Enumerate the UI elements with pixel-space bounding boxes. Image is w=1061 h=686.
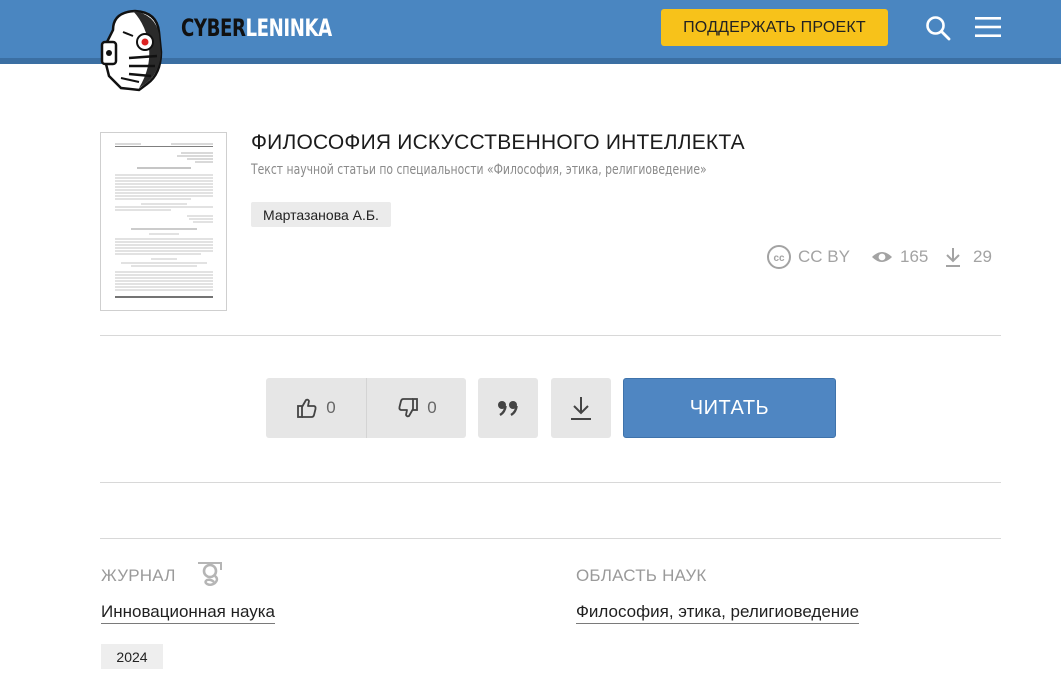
menu-icon[interactable]: [974, 15, 1002, 39]
read-button[interactable]: ЧИТАТЬ: [623, 378, 836, 438]
dislike-count: 0: [427, 398, 437, 417]
vote-group: 0 0: [266, 378, 466, 438]
article-stats: cc CC BY 165 29: [766, 244, 996, 270]
article-thumbnail[interactable]: [100, 132, 227, 311]
logo-text-leninka: LENINKA: [245, 14, 333, 42]
downloads-count: 29: [973, 247, 992, 266]
like-button[interactable]: 0: [266, 378, 366, 438]
mascot-logo-icon[interactable]: [99, 8, 169, 92]
google-scholar-icon[interactable]: [195, 559, 225, 591]
logo-text-cyber: CYBER: [181, 14, 246, 42]
dislike-button[interactable]: 0: [367, 378, 467, 438]
license-stat[interactable]: cc CC BY: [766, 244, 850, 270]
creative-commons-icon: cc: [767, 245, 791, 269]
thumbs-up-icon: [297, 398, 317, 418]
eye-icon: [872, 252, 892, 262]
document-preview-image: [115, 143, 213, 298]
license-label: CC BY: [798, 247, 850, 266]
thumbs-down-icon: [398, 398, 419, 418]
author-tag[interactable]: Мартазанова А.Б.: [251, 202, 391, 227]
journal-link[interactable]: Инновационная наука: [101, 602, 276, 624]
cite-button[interactable]: [478, 378, 538, 438]
download-icon: [571, 397, 591, 420]
divider-top: [100, 335, 1001, 336]
svg-text:cc: cc: [773, 253, 785, 264]
support-project-button[interactable]: ПОДДЕРЖАТЬ ПРОЕКТ: [661, 9, 888, 46]
downloads-stat: 29: [944, 244, 992, 270]
like-count: 0: [326, 398, 336, 417]
year-badge[interactable]: 2024: [101, 644, 163, 669]
divider-bottom: [100, 538, 1001, 539]
article-subtitle: Текст научной статьи по специальности «Ф…: [251, 162, 707, 178]
site-logo-text[interactable]: CYBERLENINKA: [181, 14, 332, 42]
article-title: ФИЛОСОФИЯ ИСКУССТВЕННОГО ИНТЕЛЛЕКТА: [251, 131, 745, 154]
download-button[interactable]: [551, 378, 611, 438]
download-count-icon: [946, 248, 960, 267]
science-field-link[interactable]: Философия, этика, религиоведение: [576, 602, 860, 624]
views-count: 165: [900, 247, 929, 266]
views-stat: 165: [871, 244, 928, 270]
search-icon[interactable]: [924, 14, 952, 42]
science-field-label: ОБЛАСТЬ НАУК: [576, 566, 707, 585]
journal-label: ЖУРНАЛ: [101, 566, 176, 585]
divider-middle: [100, 482, 1001, 483]
quote-icon: [498, 401, 518, 416]
